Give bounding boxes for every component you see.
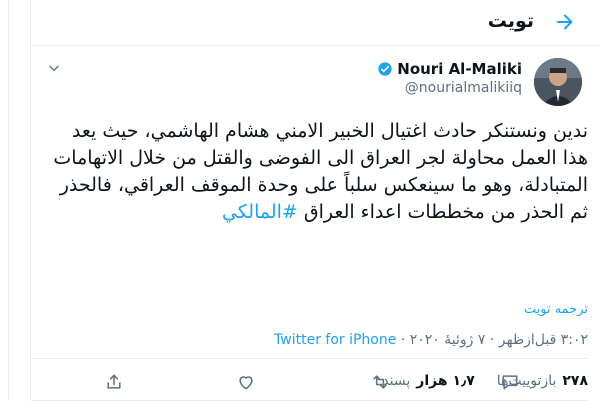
author-name[interactable]: Nouri Al-Maliki bbox=[397, 60, 522, 78]
left-rail bbox=[0, 0, 9, 400]
author-block: Nouri Al-Maliki @nourialmalikiiq bbox=[377, 60, 522, 96]
tweet-actions bbox=[0, 364, 600, 400]
share-icon[interactable] bbox=[104, 372, 126, 394]
heart-icon[interactable] bbox=[236, 372, 258, 394]
page-title: تويت bbox=[487, 10, 534, 32]
retweet-icon[interactable] bbox=[370, 372, 392, 394]
tweet-detail: Nouri Al-Maliki @nourialmalikiiq ندين ون… bbox=[30, 46, 600, 401]
meta-separator: · bbox=[400, 332, 406, 348]
meta-separator: · bbox=[489, 332, 495, 348]
tweet-body: ندين ونستنكر حادث اغتيال الخبير الامني ه… bbox=[53, 120, 588, 223]
chevron-down-icon[interactable] bbox=[47, 60, 61, 74]
hashtag-link[interactable]: #المالكي bbox=[222, 201, 298, 223]
tweet-text: ندين ونستنكر حادث اغتيال الخبير الامني ه… bbox=[48, 118, 588, 226]
reply-icon[interactable] bbox=[500, 372, 522, 394]
tweet-meta: ٣:٠٢ قبل‌ازظهر · ٧ ژوئیهٔ ٢٠٢٠ · Twitter… bbox=[274, 332, 588, 348]
tweet-source[interactable]: Twitter for iPhone bbox=[274, 332, 396, 348]
arrow-right-icon[interactable] bbox=[554, 11, 580, 35]
top-bar: تويت bbox=[30, 0, 600, 46]
avatar[interactable] bbox=[534, 58, 582, 106]
tweet-date[interactable]: ٧ ژوئیهٔ ٢٠٢٠ bbox=[410, 332, 486, 348]
tweet-time[interactable]: ٣:٠٢ قبل‌ازظهر bbox=[499, 332, 588, 348]
verified-badge-icon bbox=[377, 61, 393, 77]
divider bbox=[31, 358, 588, 359]
translate-link[interactable]: ترجمه تويت bbox=[524, 302, 588, 317]
author-handle[interactable]: @nourialmalikiiq bbox=[377, 80, 522, 96]
